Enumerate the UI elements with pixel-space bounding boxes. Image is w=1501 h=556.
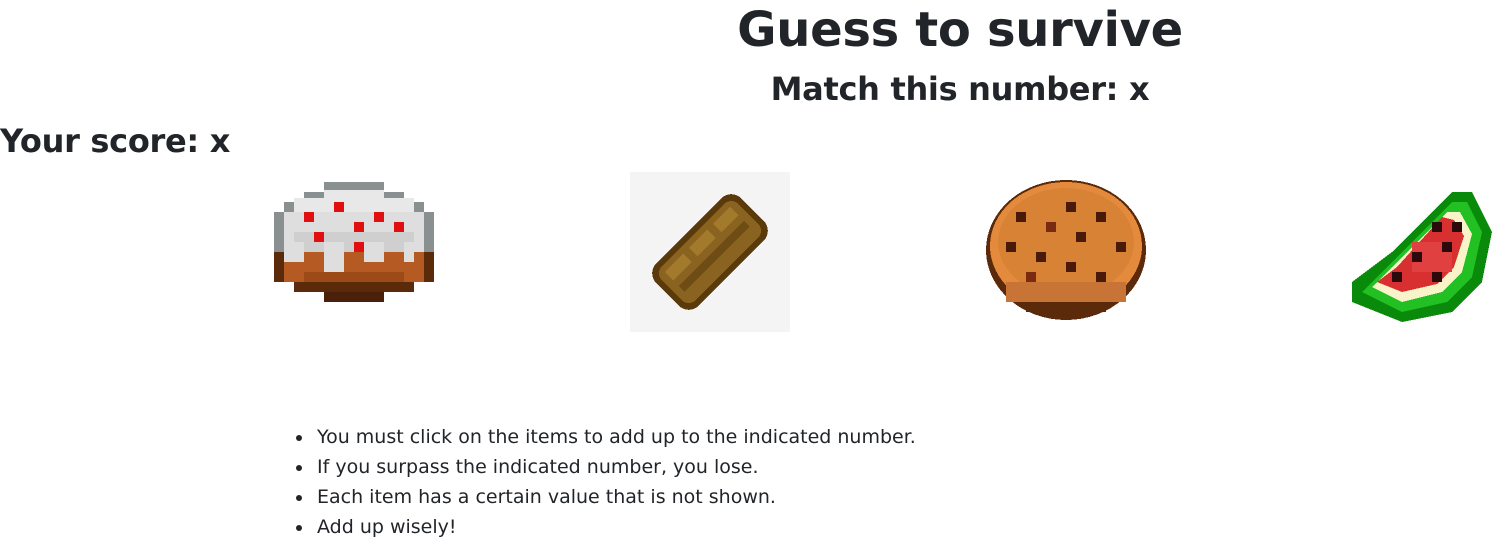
rule-item: Each item has a certain value that is no… [296, 482, 916, 512]
bread-item-button[interactable] [630, 172, 790, 332]
melon-slice-icon [1352, 192, 1492, 322]
rules-list: You must click on the items to add up to… [296, 422, 916, 542]
score-label: Your score: x [0, 122, 231, 160]
cookie-item-button[interactable] [986, 172, 1146, 332]
cake-item-button[interactable] [274, 172, 434, 332]
rule-item: Add up wisely! [296, 512, 916, 542]
cake-icon [274, 182, 434, 302]
rule-item: If you surpass the indicated number, you… [296, 452, 916, 482]
cookie-icon [986, 180, 1146, 320]
melon-slice-item-button[interactable] [1342, 172, 1501, 332]
game-title: Guess to survive [737, 2, 1183, 58]
target-number-label: Match this number: x [770, 70, 1150, 108]
rule-item: You must click on the items to add up to… [296, 422, 916, 452]
bread-icon [630, 172, 790, 332]
